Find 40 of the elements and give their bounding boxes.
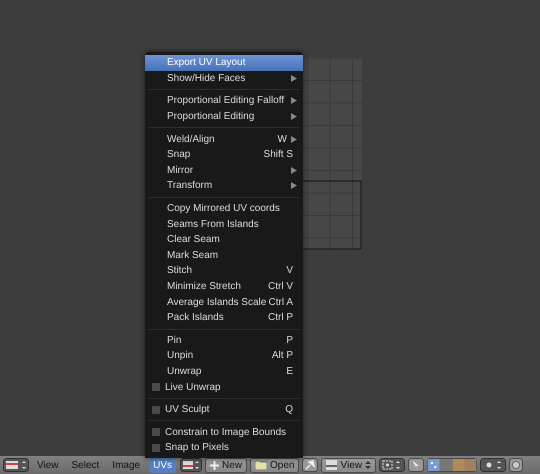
menu-item[interactable]: Pack Islands Ctrl P [145,310,303,326]
menu-item[interactable]: Proportional Editing [145,108,303,124]
header-menu[interactable]: View [33,458,62,472]
open-button[interactable]: Open [250,458,300,472]
menu-item[interactable]: Unwrap E [145,364,303,380]
menu-item[interactable]: Show/Hide Faces [145,70,303,86]
menu-item[interactable]: Average Islands Scale Ctrl A [145,294,303,310]
shortcut-label: Ctrl P [268,312,293,324]
header-menu[interactable]: UVs [149,458,176,472]
menu-item[interactable]: Constrain to Image Bounds [145,424,303,440]
shortcut-label: P [286,334,293,346]
header-menu[interactable]: Image [108,458,144,472]
new-button[interactable]: New [205,458,248,472]
menu-item[interactable]: Snap to Pixels [145,440,303,456]
shortcut-label: Alt P [272,350,293,362]
menu-item[interactable]: Copy Mirrored UV coords [145,200,303,216]
menu-item[interactable]: Clear Seam [145,232,303,248]
menu-item[interactable]: Transform [145,178,303,194]
shortcut-label: E [286,366,293,377]
menu-item[interactable]: Snap Shift S [145,146,303,163]
menu-item[interactable]: Minimize Stretch Ctrl V [145,278,303,294]
menu-item[interactable]: Export UV Layout [145,55,303,71]
menu-item[interactable]: Mark Seam [145,248,303,264]
menu-item[interactable]: UV Sculpt Q [145,402,303,418]
menu-item[interactable]: Weld/Align W [145,131,303,147]
menu-item[interactable]: Seams From Islands [145,216,303,232]
menu-item[interactable]: Pin P [145,332,303,348]
menu-item[interactable]: Stitch V [145,263,303,279]
header-menu[interactable]: Select [68,458,104,472]
menu-item[interactable]: Unpin Alt P [145,348,303,364]
shortcut-label: Q [285,404,293,416]
shortcut-label: V [286,265,293,276]
shortcut-label: W [278,134,287,145]
view-dropdown[interactable]: View [321,458,376,472]
menu-item[interactable]: Live Unwrap [145,379,303,395]
menu-item[interactable]: Proportional Editing Falloff [145,93,303,109]
shortcut-label: Shift S [264,149,293,160]
shortcut-label: Ctrl A [268,296,293,308]
shortcut-label: Ctrl V [268,281,293,292]
menu-item[interactable]: Mirror [145,162,303,178]
